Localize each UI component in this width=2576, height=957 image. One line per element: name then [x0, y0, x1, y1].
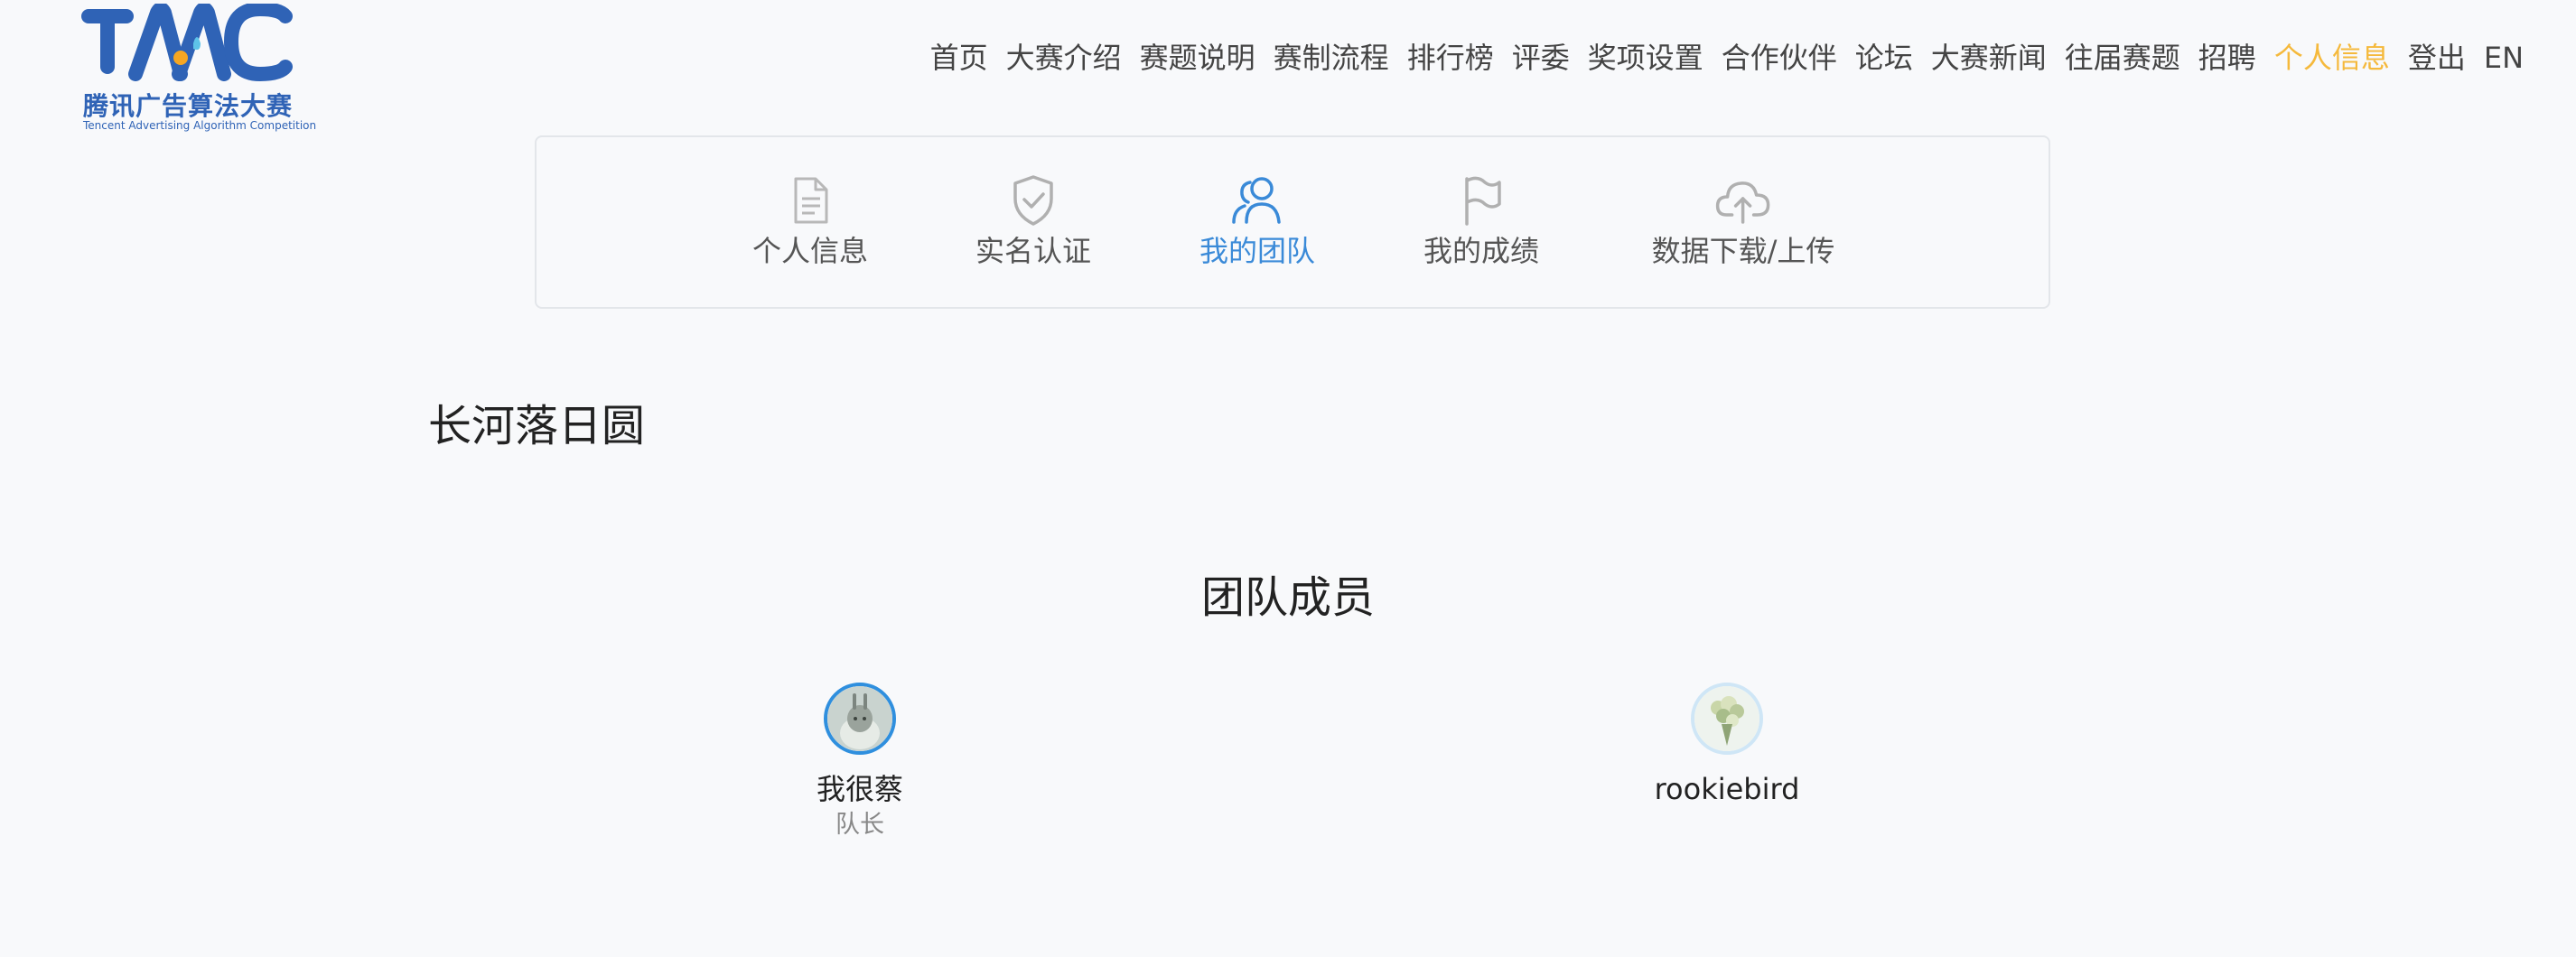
avatar[interactable] — [1691, 683, 1763, 755]
shield-check-icon — [1013, 175, 1053, 226]
tab-real-name-verification-label: 实名认证 — [975, 234, 1092, 268]
tab-personal-info[interactable]: 个人信息 — [752, 172, 868, 271]
member-name: 我很蔡 — [816, 772, 903, 806]
nav-item-profile[interactable]: 个人信息 — [2265, 38, 2399, 78]
nav-item-competition-intro[interactable]: 大赛介绍 — [997, 38, 1131, 78]
tab-my-team-label: 我的团队 — [1199, 234, 1316, 268]
logo-title-en: Tencent Advertising Algorithm Competitio… — [83, 119, 317, 132]
tab-my-scores[interactable]: 我的成绩 — [1423, 172, 1539, 271]
team-icon — [1232, 177, 1281, 224]
nav-item-news[interactable]: 大赛新闻 — [1922, 38, 2056, 78]
cloud-upload-icon — [1716, 181, 1770, 224]
team-members-title: 团队成员 — [1200, 572, 1375, 623]
member-role-captain: 队长 — [835, 811, 884, 839]
nav-item-home[interactable]: 首页 — [921, 38, 997, 78]
nav-item-awards[interactable]: 奖项设置 — [1579, 38, 1713, 78]
nav-item-language-en[interactable]: EN — [2475, 38, 2533, 78]
nav-item-judges[interactable]: 评委 — [1503, 38, 1579, 78]
avatar[interactable] — [824, 683, 896, 755]
taac-logo-mark — [81, 4, 293, 81]
tab-my-team[interactable]: 我的团队 — [1199, 172, 1315, 271]
team-name: 长河落日圆 — [428, 401, 646, 451]
flag-icon — [1465, 176, 1501, 226]
member-name: rookiebird — [1654, 772, 1800, 806]
nav-item-logout[interactable]: 登出 — [2399, 38, 2475, 78]
profile-tabs-panel: 个人信息 实名认证 我的团队 我的成绩 数据下载/上传 — [535, 135, 2050, 309]
taac-logo[interactable]: 腾讯广告算法大赛 Tencent Advertising Algorithm C… — [79, 4, 316, 135]
tab-data-download-upload[interactable]: 数据下载/上传 — [1651, 172, 1835, 271]
nav-item-recruitment[interactable]: 招聘 — [2189, 38, 2265, 78]
nav-item-forum[interactable]: 论坛 — [1846, 38, 1922, 78]
top-nav: 首页 大赛介绍 赛题说明 赛制流程 排行榜 评委 奖项设置 合作伙伴 论坛 大赛… — [921, 38, 2533, 78]
tab-real-name-verification[interactable]: 实名认证 — [975, 172, 1091, 271]
nav-item-problem-description[interactable]: 赛题说明 — [1131, 38, 1265, 78]
tab-data-download-upload-label: 数据下载/上传 — [1651, 234, 1835, 268]
team-member-card: 我很蔡 队长 — [724, 683, 995, 841]
nav-item-partners[interactable]: 合作伙伴 — [1713, 38, 1846, 78]
avatar-image — [827, 686, 892, 751]
nav-item-leaderboard[interactable]: 排行榜 — [1398, 38, 1503, 78]
tab-personal-info-label: 个人信息 — [751, 234, 869, 268]
nav-item-schedule[interactable]: 赛制流程 — [1265, 38, 1398, 78]
logo-title-cn: 腾讯广告算法大赛 — [83, 91, 294, 121]
tab-my-scores-label: 我的成绩 — [1423, 234, 1540, 268]
team-member-card: rookiebird — [1591, 683, 1862, 809]
document-icon — [794, 177, 828, 224]
avatar-image — [1694, 686, 1759, 751]
nav-item-past-problems[interactable]: 往届赛题 — [2056, 38, 2189, 78]
